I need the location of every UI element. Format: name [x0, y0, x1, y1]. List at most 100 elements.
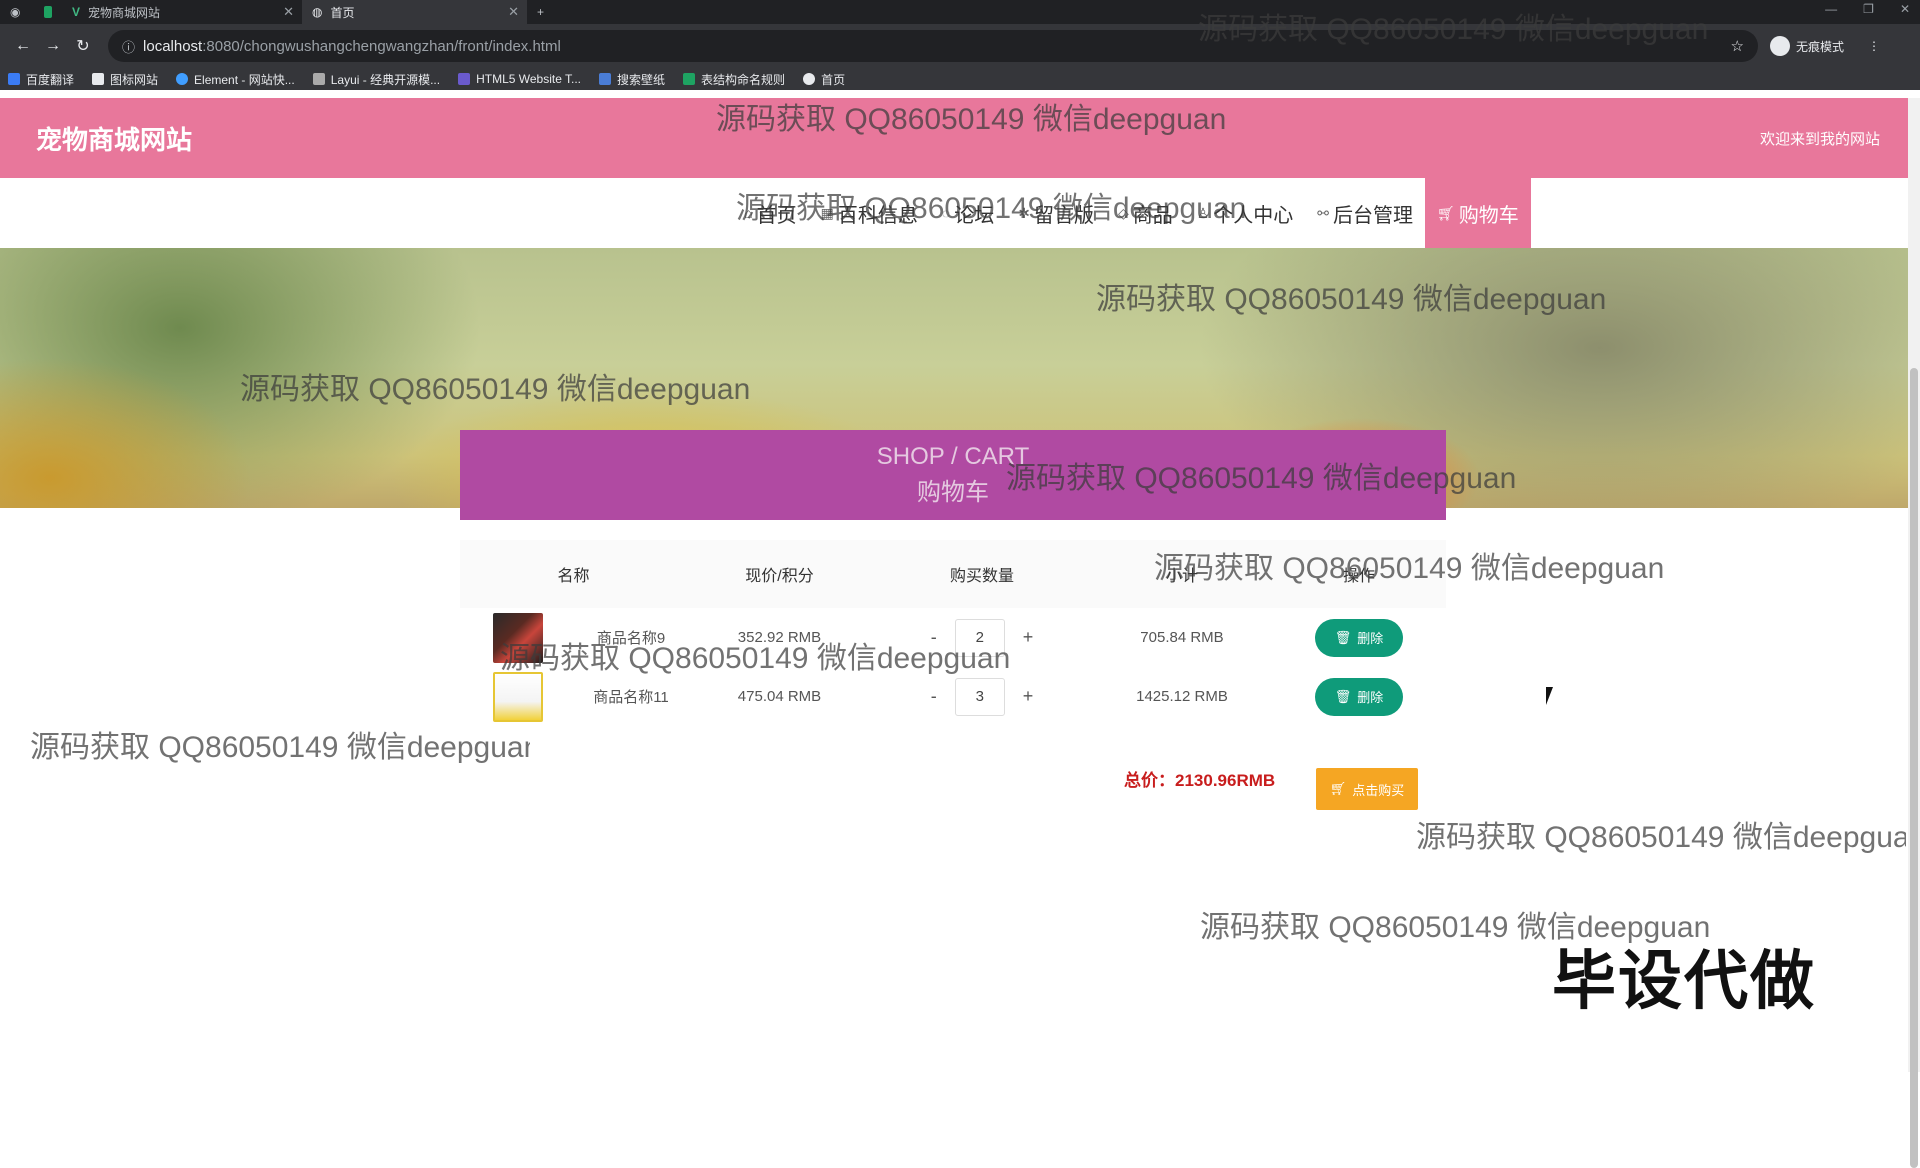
site-logo[interactable]: 宠物商城网站 — [36, 120, 192, 157]
page-scrollbar[interactable] — [1908, 98, 1920, 1168]
col-header-qty: 购买数量 — [949, 568, 1014, 585]
buy-button[interactable]: 🛒︎ 点击购买 — [1316, 768, 1418, 810]
table-row: 商品名称11 475.04 RMB - 3 + 1425.12 RMB 🗑︎ 删除 — [460, 667, 1446, 726]
restore-icon[interactable]: ❐ — [1863, 2, 1874, 16]
col-header-name: 名称 — [557, 568, 590, 585]
menu-dots-icon[interactable]: ⋮ — [1868, 39, 1880, 53]
new-tab-button[interactable]: + — [527, 0, 554, 24]
bookmark-icon — [8, 73, 20, 85]
tab-label: 首页 — [330, 5, 355, 20]
globe-icon: ◍ — [312, 5, 323, 19]
welcome-text: 欢迎来到我的网站 — [1759, 130, 1880, 148]
bookmark-item[interactable]: Element - 网站快... — [176, 71, 295, 88]
nav-item-forum[interactable]: ◌ 论坛 — [930, 178, 1006, 248]
chat-icon: ◌ — [941, 205, 951, 221]
cart-icon: 🛒︎ — [1437, 204, 1455, 221]
col-header-price: 现价/积分 — [745, 568, 814, 585]
bookmark-item[interactable]: 百度翻译 — [8, 71, 74, 88]
product-price: 352.92 RMB — [737, 629, 822, 646]
pinned-tab[interactable] — [34, 0, 62, 24]
quantity-stepper: - 2 + — [872, 618, 1092, 657]
bookmarks-bar: 百度翻译 图标网站 Element - 网站快... Layui - 经典开源模… — [0, 68, 1920, 90]
bookmark-icon — [458, 73, 471, 85]
bag-icon: ◇ — [1117, 204, 1129, 221]
minimize-icon[interactable]: — — [1825, 2, 1837, 16]
browser-toolbar: ← → ↻ ⓘ localhost:8080/chongwushangcheng… — [0, 24, 1920, 68]
tab-site[interactable]: V 宠物商城网站 ✕ — [62, 0, 302, 24]
grid-icon: ▦ — [820, 204, 834, 221]
increase-button[interactable]: + — [1023, 627, 1034, 648]
delete-button[interactable]: 🗑︎ 删除 — [1315, 618, 1403, 657]
browser-menu-icon[interactable]: ◉ — [0, 0, 34, 24]
cart-section-title: SHOP / CART 购物车 — [460, 430, 1446, 520]
decrease-button[interactable]: - — [931, 627, 937, 648]
bookmark-icon — [683, 73, 696, 85]
col-header-subtotal: 小计 — [1165, 568, 1198, 585]
vue-icon: V — [72, 5, 81, 19]
address-bar[interactable]: ⓘ localhost:8080/chongwushangchengwangzh… — [108, 30, 1758, 62]
home-icon: ⌂ — [744, 205, 753, 221]
quantity-input[interactable]: 3 — [954, 677, 1005, 716]
increase-button[interactable]: + — [1023, 686, 1034, 707]
url-host: localhost — [143, 37, 203, 55]
decrease-button[interactable]: - — [931, 686, 937, 707]
tab-home[interactable]: ◍ 首页 ✕ — [302, 0, 527, 24]
bookmark-item[interactable]: Layui - 经典开源模... — [312, 71, 440, 88]
close-tab-icon[interactable]: ✕ — [508, 4, 519, 20]
reload-icon[interactable]: ↻ — [68, 31, 98, 61]
profile-label: 无痕模式 — [1795, 39, 1844, 54]
nav-item-user-center[interactable]: ♙ 个人中心 — [1185, 178, 1306, 248]
nav-item-encyclopedia[interactable]: ▦ 百科信息 — [809, 178, 930, 248]
bookmark-icon — [312, 73, 325, 85]
user-icon: ♙ — [1196, 204, 1210, 221]
row-subtotal: 705.84 RMB — [1140, 629, 1224, 646]
trash-icon: 🗑︎ — [1334, 629, 1352, 645]
bookmark-item[interactable]: 搜索壁纸 — [599, 71, 665, 88]
product-image[interactable] — [492, 671, 543, 722]
bookmark-icon — [599, 73, 612, 85]
incognito-icon — [1769, 36, 1790, 56]
bookmark-item[interactable]: 首页 — [803, 71, 845, 88]
bookmark-icon — [803, 73, 816, 85]
window-controls: — ❐ ✕ — [1825, 2, 1910, 16]
product-image[interactable] — [492, 612, 543, 663]
cart-table-header: 名称 现价/积分 购买数量 小计 操作 — [460, 540, 1446, 608]
nav-item-messages[interactable]: ✲ 留言版 — [1006, 178, 1106, 248]
quantity-stepper: - 3 + — [872, 677, 1092, 716]
nav-item-cart[interactable]: 🛒︎ 购物车 — [1425, 178, 1531, 248]
close-window-icon[interactable]: ✕ — [1900, 2, 1910, 16]
close-tab-icon[interactable]: ✕ — [283, 4, 294, 20]
nav-item-home[interactable]: ⌂ 首页 — [732, 178, 808, 248]
star-icon[interactable]: ☆ — [1731, 37, 1744, 55]
browser-tab-bar: ◉ V 宠物商城网站 ✕ ◍ 首页 ✕ + — ❐ ✕ — [0, 0, 1920, 24]
row-subtotal: 1425.12 RMB — [1136, 688, 1228, 705]
back-icon[interactable]: ← — [8, 31, 38, 61]
link-icon: ⚯ — [1317, 204, 1330, 221]
product-price: 475.04 RMB — [737, 688, 822, 705]
bookmark-icon — [176, 73, 189, 85]
mouse-cursor — [1546, 687, 1553, 705]
bookmark-item[interactable]: 图标网站 — [92, 71, 158, 88]
url-path: :8080/chongwushangchengwangzhan/front/in… — [202, 37, 561, 55]
profile-button[interactable]: 无痕模式 ⋮ — [1769, 36, 1880, 56]
promo-stamp: 毕设代做 — [1552, 945, 1816, 1017]
col-header-action: 操作 — [1342, 568, 1375, 585]
forward-icon[interactable]: → — [38, 31, 68, 61]
site-header: 宠物商城网站 欢迎来到我的网站 — [0, 98, 1908, 178]
cart-table: 名称 现价/积分 购买数量 小计 操作 商品名称9 352.92 RMB - 2… — [460, 540, 1446, 726]
scroll-thumb[interactable] — [1910, 368, 1918, 1168]
quantity-input[interactable]: 2 — [954, 618, 1005, 657]
info-icon: ⓘ — [122, 39, 136, 55]
nav-item-products[interactable]: ◇ 商品 — [1106, 178, 1185, 248]
nav-item-admin[interactable]: ⚯ 后台管理 — [1305, 178, 1425, 248]
bookmark-item[interactable]: HTML5 Website T... — [458, 72, 581, 86]
tab-label: 宠物商城网站 — [88, 5, 161, 20]
cart-title-cn: 购物车 — [917, 479, 989, 506]
bookmark-item[interactable]: 表结构命名规则 — [683, 71, 785, 88]
gear-icon: ✲ — [1018, 204, 1030, 221]
product-name[interactable]: 商品名称9 — [575, 627, 687, 648]
table-row: 商品名称9 352.92 RMB - 2 + 705.84 RMB 🗑︎ 删除 — [460, 608, 1446, 667]
cart-icon: 🛒︎ — [1329, 781, 1347, 796]
delete-button[interactable]: 🗑︎ 删除 — [1315, 677, 1403, 716]
product-name[interactable]: 商品名称11 — [575, 686, 687, 707]
